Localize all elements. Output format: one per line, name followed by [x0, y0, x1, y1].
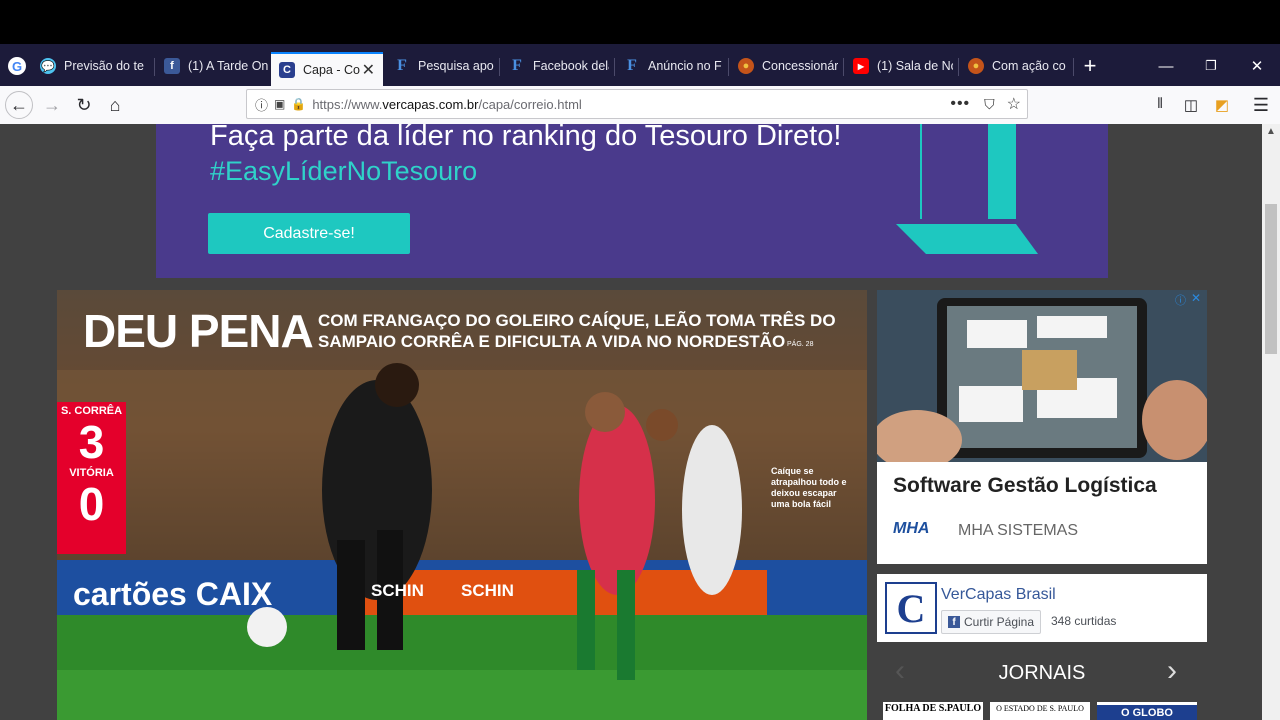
permissions-icon[interactable]: ▣ — [274, 97, 285, 111]
letter-f-icon: F — [512, 57, 522, 74]
tab-a-tarde[interactable]: f (1) A Tarde On — [164, 50, 270, 82]
sponsor-text: SCHIN — [461, 581, 514, 600]
tab-title: (1) Sala de No — [877, 59, 953, 73]
minimize-icon[interactable]: — — [1154, 54, 1178, 78]
library-icon[interactable]: 𝍪 — [1146, 91, 1174, 119]
facebook-icon: f — [948, 616, 960, 628]
banner-hashtag: #EasyLíderNoTesouro — [210, 156, 478, 186]
youtube-icon: ▶ — [853, 58, 869, 74]
ad-title: Software Gestão Logística — [893, 474, 1157, 497]
mha-logo: MHA — [893, 520, 930, 537]
tab-anuncio[interactable]: F Anúncio no F — [624, 50, 724, 82]
tab-com-acao[interactable]: ● Com ação co — [968, 50, 1068, 82]
chat-icon: 💬 — [40, 58, 56, 74]
home-icon[interactable]: ⌂ — [101, 91, 129, 119]
back-icon[interactable]: ← — [5, 91, 33, 119]
restore-icon[interactable]: ❐ — [1199, 54, 1223, 78]
banner-line1: Faça parte da líder no ranking do Tesour… — [210, 124, 842, 152]
paper-thumb-estadao[interactable]: O ESTADO DE S. PAULO — [990, 702, 1090, 720]
tab-title: Concessionár — [762, 59, 838, 73]
scroll-up-icon[interactable]: ▲ — [1266, 126, 1276, 137]
extension-icon[interactable]: ◩ — [1208, 91, 1236, 119]
vercapas-logo: C — [885, 582, 937, 634]
scoreboard: S. CORRÊA 3 VITÓRIA 0 — [57, 402, 126, 554]
google-icon[interactable]: G — [8, 50, 32, 82]
url-text[interactable]: https://www.vercapas.com.br/capa/correio… — [312, 97, 582, 112]
chevron-right-icon[interactable]: › — [1167, 654, 1177, 688]
forward-icon[interactable]: → — [38, 91, 66, 119]
menu-icon[interactable]: ☰ — [1247, 91, 1275, 119]
jornais-label: JORNAIS — [998, 662, 1086, 684]
close-ad-icon[interactable]: ✕ — [1191, 291, 1201, 305]
fb-like-count: 348 curtidas — [1051, 614, 1117, 628]
banner-graphic — [896, 124, 1038, 254]
tab-previsao[interactable]: 💬 Previsão do te — [40, 50, 150, 82]
cadastre-button[interactable]: Cadastre-se! — [208, 213, 410, 254]
tab-title: Facebook dela — [533, 59, 609, 73]
team2-score: 0 — [78, 478, 105, 530]
vertical-scrollbar[interactable]: ▲ — [1262, 124, 1280, 720]
globe-icon: ● — [738, 58, 754, 74]
lock-icon: 🔒 — [291, 97, 307, 111]
url-bar[interactable]: ⓘ ▣ 🔒 https://www.vercapas.com.br/capa/c… — [246, 89, 1028, 119]
fb-like-button[interactable]: f Curtir Página — [941, 610, 1042, 634]
logistics-ad[interactable]: ⓘ ✕ Software Gestão Logística MHA MHA SI… — [877, 290, 1207, 564]
cover-headline: DEU PENA — [83, 305, 314, 357]
paper-thumb-folha[interactable]: FOLHA DE S.PAULO — [883, 702, 983, 720]
cover-caption: Caíque se atrapalhou todo e deixou escap… — [771, 466, 847, 509]
tesouro-banner[interactable]: Faça parte da líder no ranking do Tesour… — [156, 124, 1108, 278]
tab-title: (1) A Tarde On — [188, 59, 269, 73]
nav-toolbar: ← → ↻ ⌂ ⓘ ▣ 🔒 https://www.vercapas.com.b… — [0, 86, 1280, 125]
facebook-page-widget[interactable]: C VerCapas Brasil f Curtir Página 348 cu… — [877, 574, 1207, 642]
tab-pesquisa[interactable]: F Pesquisa apor — [394, 50, 494, 82]
adchoices-icon[interactable]: ⓘ — [1175, 292, 1186, 308]
screen-top-bar — [0, 0, 1280, 44]
tab-title: Capa - Co — [303, 63, 360, 77]
info-icon[interactable]: ⓘ — [255, 95, 268, 114]
team1-score: 3 — [78, 416, 105, 468]
tab-capa[interactable]: C Capa - Co ✕ — [271, 52, 383, 86]
globe-icon: ● — [968, 58, 984, 74]
scrollbar-thumb[interactable] — [1265, 204, 1277, 354]
board-text: cartões CAIX — [73, 576, 273, 612]
ad-image — [877, 290, 1207, 462]
letter-f-icon: F — [627, 57, 637, 74]
fb-page-name[interactable]: VerCapas Brasil — [941, 586, 1056, 604]
new-tab-icon[interactable]: + — [1078, 53, 1102, 78]
bookmark-star-icon[interactable]: ☆ — [1007, 94, 1021, 114]
page-actions-icon[interactable]: ••• — [950, 95, 970, 113]
sidebar-icon[interactable]: ◫ — [1177, 91, 1205, 119]
sponsor-text: SCHIN — [371, 581, 424, 600]
paper-thumb-globo[interactable]: O GLOBO — [1097, 702, 1197, 720]
cover-page-ref: PÁG. 28 — [787, 341, 814, 348]
close-tab-icon[interactable]: ✕ — [362, 60, 375, 80]
tab-title: Anúncio no F — [648, 59, 722, 73]
letter-f-icon: F — [397, 57, 407, 74]
tab-title: Previsão do te — [64, 59, 144, 73]
vercapas-icon: C — [279, 62, 295, 78]
tab-facebook-dela[interactable]: F Facebook dela — [509, 50, 609, 82]
tab-concessionaria[interactable]: ● Concessionár — [738, 50, 838, 82]
fb-like-label: Curtir Página — [964, 615, 1035, 629]
tab-title: Pesquisa apor — [418, 59, 494, 73]
facebook-icon: f — [164, 58, 180, 74]
ad-brand: MHA SISTEMAS — [958, 522, 1079, 539]
web-page: Faça parte da líder no ranking do Tesour… — [0, 124, 1262, 720]
close-window-icon[interactable]: ✕ — [1245, 54, 1269, 78]
tab-title: Com ação co — [992, 59, 1066, 73]
pocket-icon[interactable]: ⛉ — [984, 96, 995, 113]
reload-icon[interactable]: ↻ — [70, 91, 98, 119]
cover-deck: COM FRANGAÇO DO GOLEIRO CAÍQUE, LEÃO TOM… — [318, 311, 836, 351]
tab-sala-de-noticias[interactable]: ▶ (1) Sala de No — [853, 50, 953, 82]
newspaper-cover[interactable]: DEU PENA COM FRANGAÇO DO GOLEIRO CAÍQUE,… — [57, 290, 867, 720]
jornais-carousel: ‹ JORNAIS › — [877, 654, 1207, 694]
